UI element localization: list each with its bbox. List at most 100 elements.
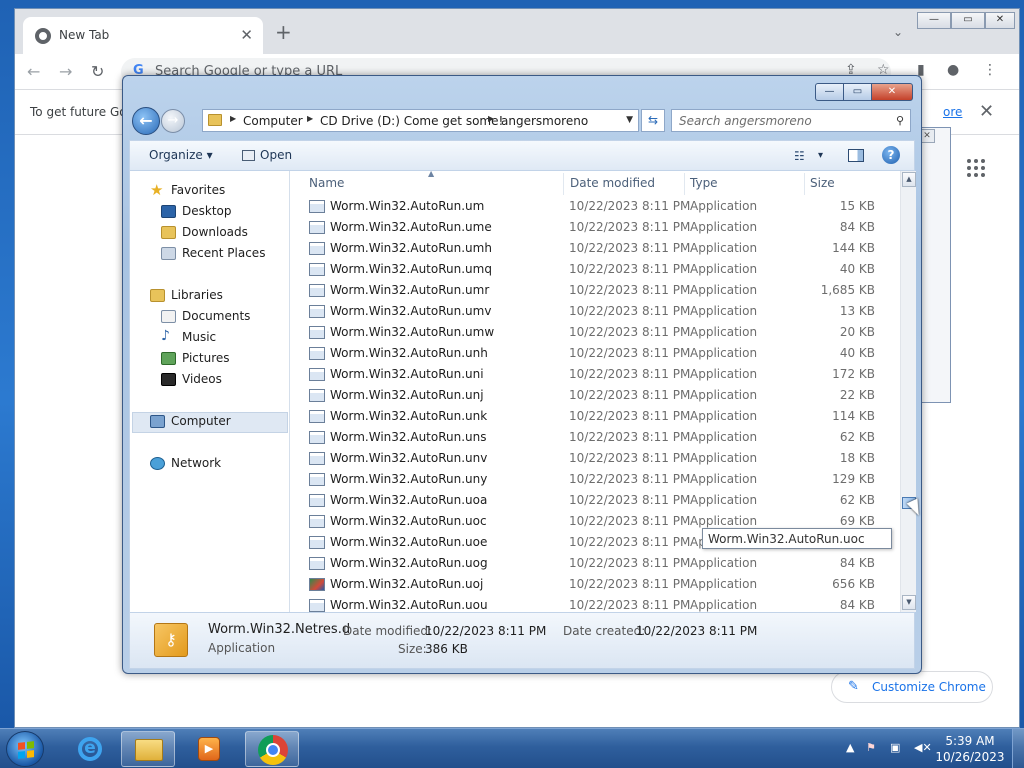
nav-music-label: Music <box>182 330 217 344</box>
address-bar[interactable]: ▶ Computer ▶ CD Drive (D:) Come get some… <box>202 109 639 132</box>
file-row[interactable]: Worm.Win32.AutoRun.umq 10/22/2023 8:11 PM… <box>291 259 900 280</box>
tray-show-hidden-icon[interactable]: ▲ <box>846 741 854 754</box>
infobar-learn-more-link[interactable]: ore <box>943 105 962 119</box>
column-header-size[interactable]: Size <box>810 176 835 190</box>
back-button[interactable]: ← <box>132 107 160 135</box>
column-header-type[interactable]: Type <box>690 176 718 190</box>
search-input[interactable]: Search angersmoreno ⚲ <box>671 109 911 132</box>
chrome-menu-icon[interactable]: ⋮ <box>983 62 997 78</box>
profile-avatar-icon[interactable]: ● <box>947 62 959 78</box>
tab-search-icon[interactable]: ⌄ <box>893 25 903 39</box>
view-options-icon[interactable]: ☷ <box>794 149 805 163</box>
taskbar-internet-explorer[interactable]: e <box>62 731 116 767</box>
taskbar-chrome[interactable] <box>245 731 299 767</box>
internet-explorer-icon: e <box>78 737 102 761</box>
google-apps-icon[interactable] <box>967 159 985 177</box>
taskbar: e ▶ ▲ ⚑ ▣ ◀✕ 5:39 AM 10/26/2023 <box>0 728 1024 768</box>
infobar-close-icon[interactable]: ✕ <box>979 101 994 122</box>
scroll-up-arrow-icon[interactable]: ▲ <box>902 172 916 187</box>
address-dropdown-icon[interactable]: ▼ <box>626 115 633 125</box>
tab-close-icon[interactable]: ✕ <box>240 26 253 44</box>
window-maximize-button[interactable]: ▭ <box>951 12 985 29</box>
file-name: Worm.Win32.AutoRun.uoc <box>330 514 487 528</box>
breadcrumb-cd-drive[interactable]: CD Drive (D:) Come get some! <box>320 114 503 128</box>
chrome-tab-strip: New Tab ✕ + ⌄ — ▭ ✕ <box>15 9 1019 54</box>
taskbar-windows-explorer[interactable] <box>121 731 175 767</box>
file-name: Worm.Win32.AutoRun.umv <box>330 304 492 318</box>
forward-arrow-icon[interactable]: → <box>59 62 72 81</box>
breadcrumb-computer[interactable]: Computer <box>243 114 303 128</box>
back-arrow-icon[interactable]: ← <box>27 62 40 81</box>
file-size: 15 KB <box>839 199 875 213</box>
dialog-maximize-button[interactable]: ▭ <box>843 83 871 101</box>
file-row[interactable]: Worm.Win32.AutoRun.uny 10/22/2023 8:11 PM… <box>291 469 900 490</box>
file-row[interactable]: Worm.Win32.AutoRun.unj 10/22/2023 8:11 PM… <box>291 385 900 406</box>
open-button[interactable]: Open <box>260 148 292 162</box>
breadcrumb-separator-icon[interactable]: ▶ <box>307 114 313 123</box>
window-close-button[interactable]: ✕ <box>985 12 1015 29</box>
file-row[interactable]: Worm.Win32.AutoRun.umw 10/22/2023 8:11 PM… <box>291 322 900 343</box>
breadcrumb-separator-icon[interactable]: ▶ <box>230 114 236 123</box>
file-row[interactable]: Worm.Win32.AutoRun.unk 10/22/2023 8:11 PM… <box>291 406 900 427</box>
new-tab-button[interactable]: + <box>275 22 292 42</box>
dialog-close-button[interactable]: ✕ <box>871 83 913 101</box>
start-button[interactable] <box>6 731 44 767</box>
application-file-icon <box>309 221 325 234</box>
taskbar-media-player[interactable]: ▶ <box>182 731 236 767</box>
search-icon[interactable]: ⚲ <box>896 114 904 127</box>
file-size: 40 KB <box>839 262 875 276</box>
breadcrumb-separator-icon[interactable]: ▶ <box>488 114 494 123</box>
view-menu-chevron-icon[interactable]: ▾ <box>818 150 823 161</box>
command-bar: Organize ▾ Open ☷ ▾ ? <box>129 140 915 170</box>
scroll-down-arrow-icon[interactable]: ▼ <box>902 595 916 610</box>
preview-pane-icon[interactable] <box>848 149 864 162</box>
file-row[interactable]: Worm.Win32.AutoRun.uou 10/22/2023 8:11 PM… <box>291 595 900 612</box>
file-row[interactable]: Worm.Win32.AutoRun.ume 10/22/2023 8:11 PM… <box>291 217 900 238</box>
search-placeholder: Search angersmoreno <box>679 114 812 128</box>
forward-button[interactable]: → <box>161 109 185 133</box>
file-type: Application <box>690 346 758 360</box>
file-row[interactable]: Worm.Win32.AutoRun.uoj 10/22/2023 8:11 PM… <box>291 574 900 595</box>
file-row[interactable]: Worm.Win32.AutoRun.umr 10/22/2023 8:11 PM… <box>291 280 900 301</box>
file-name: Worm.Win32.AutoRun.um <box>330 199 485 213</box>
file-type: Application <box>690 556 758 570</box>
file-row[interactable]: Worm.Win32.AutoRun.unh 10/22/2023 8:11 PM… <box>291 343 900 364</box>
file-row[interactable]: Worm.Win32.AutoRun.um 10/22/2023 8:11 PM A… <box>291 196 900 217</box>
file-row[interactable]: Worm.Win32.AutoRun.unv 10/22/2023 8:11 PM… <box>291 448 900 469</box>
file-row[interactable]: Worm.Win32.AutoRun.umv 10/22/2023 8:11 PM… <box>291 301 900 322</box>
refresh-button[interactable]: ⇆ <box>641 109 665 132</box>
tray-action-center-icon[interactable]: ⚑ <box>866 741 876 754</box>
column-header-date[interactable]: Date modified <box>570 176 655 190</box>
file-size: 62 KB <box>839 430 875 444</box>
tray-network-icon[interactable]: ▣ <box>890 741 900 754</box>
column-divider[interactable] <box>804 173 805 195</box>
tray-volume-muted-icon[interactable]: ◀✕ <box>914 741 932 754</box>
file-size: 129 KB <box>832 472 875 486</box>
customize-chrome-button[interactable]: ✎ Customize Chrome <box>831 671 993 703</box>
column-header-name[interactable]: Name <box>309 176 344 190</box>
file-size: 84 KB <box>839 598 875 612</box>
column-divider[interactable] <box>563 173 564 195</box>
file-row[interactable]: Worm.Win32.AutoRun.uog 10/22/2023 8:11 PM… <box>291 553 900 574</box>
file-name: Worm.Win32.AutoRun.unk <box>330 409 488 423</box>
file-type: Application <box>690 367 758 381</box>
file-row[interactable]: Worm.Win32.AutoRun.uoa 10/22/2023 8:11 PM… <box>291 490 900 511</box>
taskbar-clock[interactable]: 5:39 AM 10/26/2023 <box>934 733 1006 765</box>
help-icon[interactable]: ? <box>882 146 900 164</box>
window-minimize-button[interactable]: — <box>917 12 951 29</box>
vertical-scrollbar[interactable]: ▲ ▼ <box>900 171 916 612</box>
file-row[interactable]: Worm.Win32.AutoRun.uni 10/22/2023 8:11 PM… <box>291 364 900 385</box>
organize-button[interactable]: Organize ▾ <box>149 148 213 162</box>
file-type: Application <box>690 493 758 507</box>
application-file-icon <box>309 410 325 423</box>
reload-icon[interactable]: ↻ <box>91 62 104 81</box>
dialog-minimize-button[interactable]: — <box>815 83 843 101</box>
file-size: 18 KB <box>839 451 875 465</box>
show-desktop-button[interactable] <box>1012 729 1024 768</box>
breadcrumb-angersmoreno[interactable]: angersmoreno <box>501 114 588 128</box>
file-row[interactable]: Worm.Win32.AutoRun.umh 10/22/2023 8:11 PM… <box>291 238 900 259</box>
column-divider[interactable] <box>684 173 685 195</box>
chrome-tab-new-tab[interactable]: New Tab ✕ <box>23 17 263 54</box>
file-row[interactable]: Worm.Win32.AutoRun.uns 10/22/2023 8:11 PM… <box>291 427 900 448</box>
nav-favorites-label: Favorites <box>171 183 226 197</box>
